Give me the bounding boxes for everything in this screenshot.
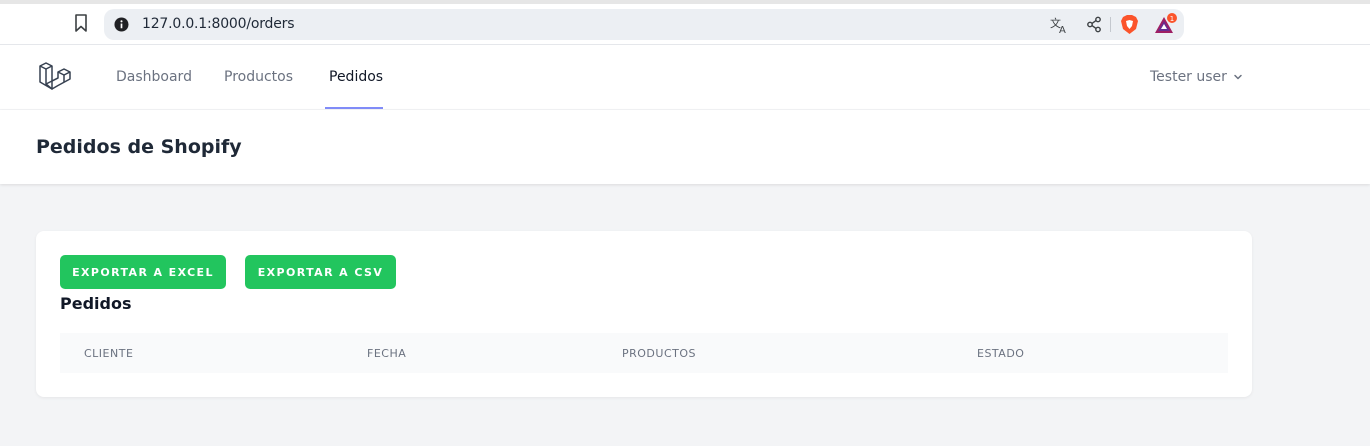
column-header-estado: ESTADO	[977, 347, 1025, 360]
browser-tabstrip-edge	[0, 0, 1370, 4]
site-info-icon[interactable]	[114, 17, 129, 32]
export-excel-button[interactable]: EXPORTAR A EXCEL	[60, 255, 226, 289]
page-title: Pedidos de Shopify	[36, 136, 242, 158]
url-text[interactable]: 127.0.0.1:8000/orders	[142, 16, 294, 32]
laravel-logo-icon[interactable]	[38, 60, 72, 94]
user-menu-button[interactable]: Tester user	[1150, 69, 1243, 85]
page-header: Pedidos de Shopify	[0, 110, 1370, 184]
chevron-down-icon	[1234, 74, 1242, 80]
column-header-productos: PRODUCTOS	[622, 347, 696, 360]
orders-table-header: CLIENTE FECHA PRODUCTOS ESTADO	[60, 333, 1228, 373]
nav-link-pedidos[interactable]: Pedidos	[329, 69, 383, 85]
nav-link-productos[interactable]: Productos	[224, 69, 293, 85]
browser-toolbar: 127.0.0.1:8000/orders 文 A 1	[0, 0, 1370, 45]
translate-icon[interactable]: 文 A	[1050, 16, 1068, 34]
column-header-cliente: CLIENTE	[84, 347, 134, 360]
address-bar[interactable]: 127.0.0.1:8000/orders 文 A 1	[104, 9, 1184, 40]
user-name: Tester user	[1150, 69, 1227, 85]
orders-section-title: Pedidos	[60, 294, 132, 313]
orders-card: EXPORTAR A EXCEL EXPORTAR A CSV Pedidos …	[36, 231, 1252, 397]
rewards-badge-count: 1	[1170, 15, 1174, 23]
bookmark-icon[interactable]	[72, 13, 90, 33]
svg-text:A: A	[1059, 25, 1066, 34]
column-header-fecha: FECHA	[367, 347, 407, 360]
address-bar-divider	[1110, 17, 1111, 32]
export-csv-button[interactable]: EXPORTAR A CSV	[245, 255, 396, 289]
brave-rewards-icon[interactable]: 1	[1154, 13, 1178, 35]
brave-shields-icon[interactable]	[1120, 14, 1139, 35]
active-nav-indicator	[325, 107, 383, 109]
app-navbar: Dashboard Productos Pedidos Tester user	[0, 45, 1370, 110]
nav-link-dashboard[interactable]: Dashboard	[116, 69, 192, 85]
share-icon[interactable]	[1086, 16, 1102, 33]
